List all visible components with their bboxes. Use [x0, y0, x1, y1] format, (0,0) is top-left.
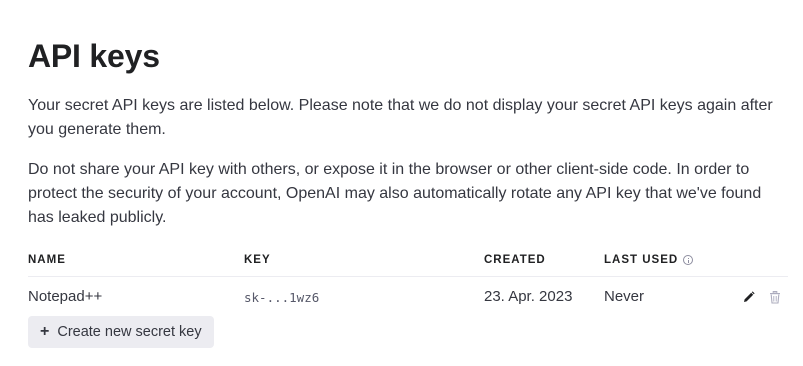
- column-header-created: CREATED: [484, 254, 546, 266]
- table-header: NAME KEY CREATED LAST USED: [28, 250, 788, 277]
- create-button-label: Create new secret key: [57, 324, 202, 340]
- table-row: Notepad++ sk-...1wz6 23. Apr. 2023 Never: [28, 277, 788, 315]
- key-last-used: Never: [604, 288, 645, 305]
- column-header-key: KEY: [244, 254, 271, 266]
- intro-paragraph: Your secret API keys are listed below. P…: [28, 97, 773, 138]
- pencil-icon[interactable]: [742, 290, 756, 304]
- plus-icon: +: [40, 323, 50, 340]
- api-keys-table: NAME KEY CREATED LAST USED Notepad++ sk-…: [28, 250, 788, 315]
- security-paragraph: Do not share your API key with others, o…: [28, 161, 762, 226]
- info-icon[interactable]: [683, 255, 694, 265]
- column-header-last-used-label: LAST USED: [604, 254, 679, 266]
- row-actions: [742, 290, 782, 304]
- key-created-date: 23. Apr. 2023: [484, 288, 573, 305]
- page-title: API keys: [28, 38, 160, 74]
- create-new-secret-key-button[interactable]: + Create new secret key: [28, 316, 214, 348]
- key-value: sk-...1wz6: [244, 290, 320, 305]
- key-name: Notepad++: [28, 288, 103, 305]
- column-header-name: NAME: [28, 254, 66, 266]
- column-header-last-used: LAST USED: [604, 254, 694, 266]
- trash-icon[interactable]: [768, 290, 782, 304]
